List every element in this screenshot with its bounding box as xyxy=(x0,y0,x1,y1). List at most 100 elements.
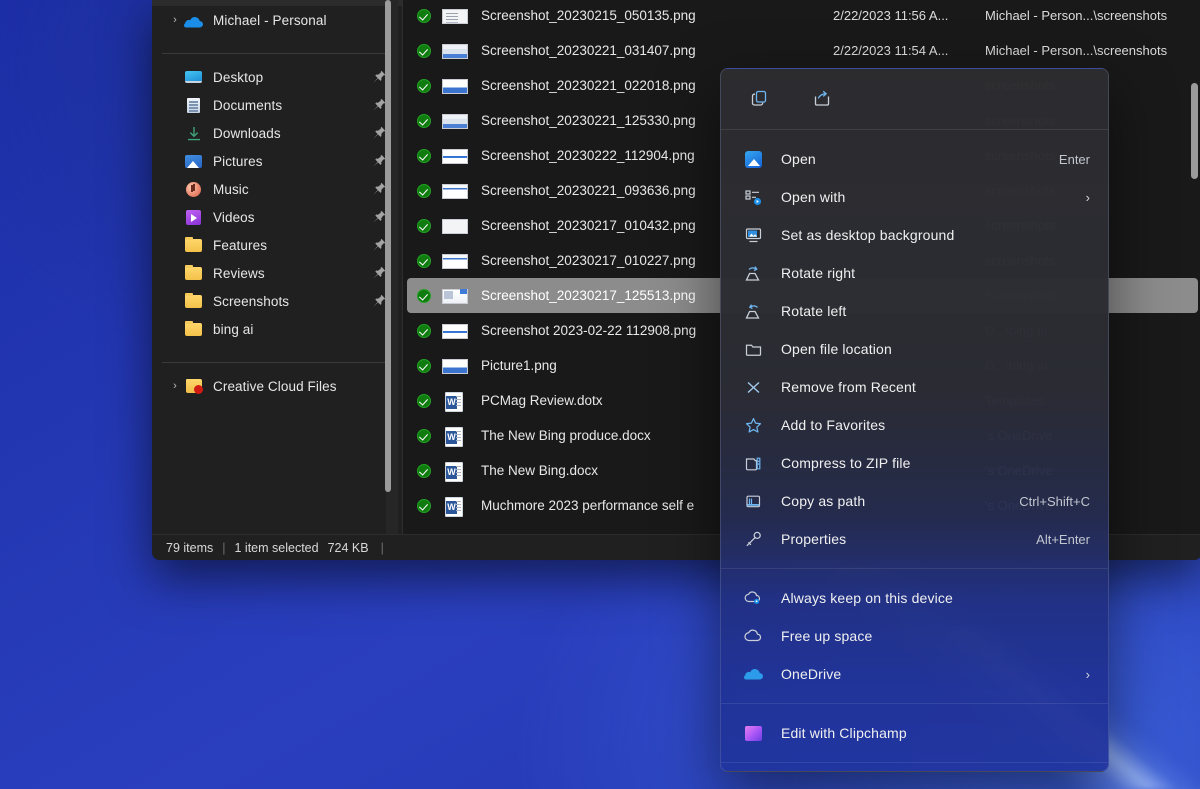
chevron-right-icon[interactable]: › xyxy=(1086,190,1090,205)
menu-item-label: OneDrive xyxy=(781,666,842,682)
open-with-icon xyxy=(742,187,764,207)
close-x-icon xyxy=(742,377,764,397)
sidebar-item-michael-personal[interactable]: › Michael - Personal xyxy=(158,6,396,34)
file-date-modified: 2/22/2023 11:56 A... xyxy=(833,8,949,23)
menu-item-compress-to-zip-file[interactable]: Compress to ZIP file xyxy=(725,444,1104,482)
sidebar-item-creative-cloud-files[interactable]: › Creative Cloud Files xyxy=(158,372,396,400)
word-document-icon xyxy=(445,461,463,482)
file-type-icon xyxy=(442,110,468,132)
chevron-right-icon[interactable]: › xyxy=(166,155,184,167)
sidebar-item-documents[interactable]: › Documents xyxy=(158,91,396,119)
image-thumbnail xyxy=(442,253,468,269)
sidebar-item-label: Desktop xyxy=(213,69,264,85)
chevron-right-icon[interactable]: › xyxy=(166,127,184,139)
file-type-icon xyxy=(442,145,468,167)
context-menu[interactable]: Open Enter Open with › Set as desktop backgr… xyxy=(720,68,1109,772)
file-type-icon xyxy=(442,355,468,377)
pin-icon[interactable] xyxy=(372,294,386,308)
sidebar-item-videos[interactable]: › Videos xyxy=(158,203,396,231)
chevron-right-icon[interactable]: › xyxy=(166,323,184,335)
menu-item-add-to-favorites[interactable]: Add to Favorites xyxy=(725,406,1104,444)
sidebar-item-downloads[interactable]: › Downloads xyxy=(158,119,396,147)
onedrive-synced-icon xyxy=(417,393,431,408)
pin-icon[interactable] xyxy=(372,70,386,84)
image-thumbnail xyxy=(442,148,468,164)
onedrive-synced-icon xyxy=(417,43,431,58)
chevron-right-icon[interactable]: › xyxy=(166,239,184,251)
image-thumbnail xyxy=(442,8,468,24)
sidebar-item-features[interactable]: › Features xyxy=(158,231,396,259)
cloud-outline-icon xyxy=(742,626,764,646)
menu-item-always-keep-on-this-device[interactable]: Always keep on this device xyxy=(725,579,1104,617)
file-type-icon xyxy=(442,495,468,517)
image-thumbnail xyxy=(442,358,468,374)
image-thumbnail xyxy=(442,113,468,129)
menu-item-rotate-left[interactable]: Rotate left xyxy=(725,292,1104,330)
share-icon[interactable] xyxy=(805,82,839,114)
sidebar-item-screenshots[interactable]: › Screenshots xyxy=(158,287,396,315)
pin-icon[interactable] xyxy=(372,266,386,280)
navigation-pane[interactable]: › Michael - Personal › Desktop › Documents › Do… xyxy=(152,0,402,534)
onedrive-synced-icon xyxy=(417,498,431,513)
sidebar-item-label: Downloads xyxy=(213,125,281,141)
menu-item-free-up-space[interactable]: Free up space xyxy=(725,617,1104,655)
context-menu-section-gap xyxy=(721,572,1108,579)
menu-item-set-as-desktop-background[interactable]: Set as desktop background xyxy=(725,216,1104,254)
chevron-right-icon[interactable]: › xyxy=(166,211,184,223)
menu-item-rotate-right[interactable]: Rotate right xyxy=(725,254,1104,292)
star-icon xyxy=(742,415,764,435)
onedrive-synced-icon xyxy=(417,358,431,373)
copy-path-icon xyxy=(742,491,764,511)
status-separator-2: | xyxy=(380,540,384,555)
word-document-icon xyxy=(445,426,463,447)
sidebar-item-label: Videos xyxy=(213,209,255,225)
sidebar-item-reviews[interactable]: › Reviews xyxy=(158,259,396,287)
cloud-pin-icon xyxy=(742,588,764,608)
chevron-right-icon[interactable]: › xyxy=(166,99,184,111)
menu-item-label: Free up space xyxy=(781,628,873,644)
file-list-row[interactable]: Screenshot_20230215_050135.png 2/22/2023 … xyxy=(407,0,1198,33)
chevron-right-icon[interactable]: › xyxy=(166,14,184,26)
menu-item-onedrive[interactable]: OneDrive › xyxy=(725,655,1104,693)
context-menu-section-gap xyxy=(721,693,1108,700)
status-size: 724 KB xyxy=(327,540,369,555)
menu-item-edit-with-clipchamp[interactable]: Edit with Clipchamp xyxy=(725,714,1104,752)
menu-item-open[interactable]: Open Enter xyxy=(725,140,1104,178)
chevron-right-icon[interactable]: › xyxy=(166,380,184,392)
pin-icon[interactable] xyxy=(372,210,386,224)
sidebar-item-bing-ai[interactable]: › bing ai xyxy=(158,315,396,343)
pin-icon[interactable] xyxy=(372,126,386,140)
sidebar-item-pictures[interactable]: › Pictures xyxy=(158,147,396,175)
sidebar-item-desktop[interactable]: › Desktop xyxy=(158,63,396,91)
context-menu-divider xyxy=(721,129,1108,130)
file-list-scrollbar-thumb[interactable] xyxy=(1191,83,1198,179)
menu-item-open-with[interactable]: Open with › xyxy=(725,178,1104,216)
word-document-icon xyxy=(445,391,463,412)
onedrive-synced-icon xyxy=(417,78,431,93)
menu-item-copy-as-path[interactable]: Copy as path Ctrl+Shift+C xyxy=(725,482,1104,520)
menu-item-open-file-location[interactable]: Open file location xyxy=(725,330,1104,368)
chevron-right-icon[interactable]: › xyxy=(1086,667,1090,682)
file-list-row[interactable]: Screenshot_20230221_031407.png 2/22/2023 … xyxy=(407,33,1198,68)
context-menu-divider xyxy=(721,703,1108,704)
chevron-right-icon[interactable]: › xyxy=(166,267,184,279)
menu-item-label: Compress to ZIP file xyxy=(781,455,911,471)
context-menu-section-gap xyxy=(721,766,1108,771)
chevron-right-icon[interactable]: › xyxy=(166,183,184,195)
rotate-right-icon xyxy=(742,263,764,283)
chevron-right-icon[interactable]: › xyxy=(166,295,184,307)
menu-item-remove-from-recent[interactable]: Remove from Recent xyxy=(725,368,1104,406)
sidebar-item-label: Pictures xyxy=(213,153,263,169)
pin-icon[interactable] xyxy=(372,182,386,196)
sidebar-item-music[interactable]: › Music xyxy=(158,175,396,203)
music-icon xyxy=(184,180,204,198)
menu-item-properties[interactable]: Properties Alt+Enter xyxy=(725,520,1104,558)
copy-icon[interactable] xyxy=(743,82,777,114)
pin-icon[interactable] xyxy=(372,238,386,252)
pin-icon[interactable] xyxy=(372,98,386,112)
file-type-icon xyxy=(442,5,468,27)
onedrive-synced-icon xyxy=(417,113,431,128)
pin-icon[interactable] xyxy=(372,154,386,168)
chevron-right-icon[interactable]: › xyxy=(166,71,184,83)
menu-item-label: Edit with Clipchamp xyxy=(781,725,907,741)
